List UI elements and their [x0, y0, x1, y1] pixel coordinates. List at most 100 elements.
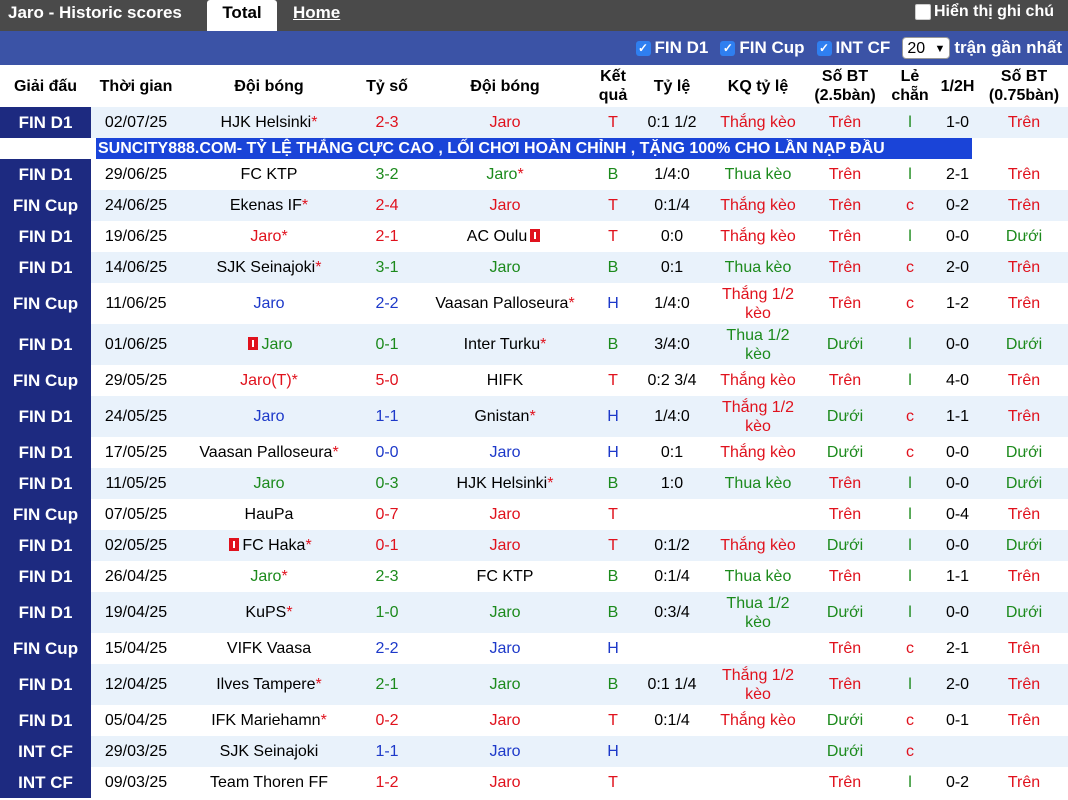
score-cell[interactable]: 3-1 — [357, 252, 417, 283]
score-cell[interactable]: 1-0 — [357, 592, 417, 633]
away-team-cell[interactable]: Jaro — [417, 592, 593, 633]
competition-cell[interactable]: FIN Cup — [0, 633, 91, 664]
half-time-cell: 2-1 — [935, 633, 980, 664]
home-team-cell[interactable]: KuPS* — [181, 592, 357, 633]
home-team-cell[interactable]: VIFK Vaasa — [181, 633, 357, 664]
score-cell[interactable]: 0-1 — [357, 324, 417, 365]
home-team-name: HauPa — [244, 506, 294, 523]
filter-fin-d1[interactable]: ✓ FIN D1 — [635, 38, 708, 58]
away-team-cell[interactable]: Jaro — [417, 107, 593, 138]
away-team-cell[interactable]: Jaro — [417, 499, 593, 530]
competition-cell[interactable]: FIN D1 — [0, 396, 91, 437]
score-cell[interactable]: 1-1 — [357, 736, 417, 767]
away-team-cell[interactable]: Jaro — [417, 437, 593, 468]
date-cell: 11/06/25 — [91, 283, 181, 324]
home-team-cell[interactable]: IFK Mariehamn* — [181, 705, 357, 736]
away-team-cell[interactable]: Jaro* — [417, 159, 593, 190]
away-team-cell[interactable]: FC KTP — [417, 561, 593, 592]
score-cell[interactable]: 2-4 — [357, 190, 417, 221]
competition-cell[interactable]: FIN D1 — [0, 530, 91, 561]
home-team-cell[interactable]: FC KTP — [181, 159, 357, 190]
competition-cell[interactable]: FIN Cup — [0, 499, 91, 530]
score-cell[interactable]: 1-2 — [357, 767, 417, 798]
chevron-down-icon: ▼ — [934, 43, 946, 55]
away-team-cell[interactable]: Jaro — [417, 252, 593, 283]
result-cell: T — [593, 190, 633, 221]
score-cell[interactable]: 2-2 — [357, 633, 417, 664]
competition-cell[interactable]: FIN D1 — [0, 561, 91, 592]
filter-int-cf[interactable]: ✓ INT CF — [816, 38, 890, 58]
home-team-cell[interactable]: Jaro(T)* — [181, 365, 357, 396]
ad-banner[interactable]: SUNCITY888.COM- TỶ LỆ THẮNG CỰC CAO , LỐ… — [96, 138, 972, 159]
away-team-cell[interactable]: Jaro — [417, 530, 593, 561]
home-team-cell[interactable]: Vaasan Palloseura* — [181, 437, 357, 468]
check-icon[interactable]: ✓ — [720, 40, 736, 56]
away-team-cell[interactable]: Jaro — [417, 767, 593, 798]
home-team-cell[interactable]: Jaro* — [181, 221, 357, 252]
home-team-cell[interactable]: Jaro — [181, 283, 357, 324]
score-cell[interactable]: 0-2 — [357, 705, 417, 736]
away-team-cell[interactable]: Jaro — [417, 633, 593, 664]
competition-cell[interactable]: FIN Cup — [0, 283, 91, 324]
score-cell[interactable]: 2-2 — [357, 283, 417, 324]
competition-cell[interactable]: FIN D1 — [0, 705, 91, 736]
competition-cell[interactable]: FIN D1 — [0, 592, 91, 633]
away-team-cell[interactable]: Vaasan Palloseura* — [417, 283, 593, 324]
competition-cell[interactable]: FIN D1 — [0, 437, 91, 468]
score-cell[interactable]: 2-3 — [357, 107, 417, 138]
home-team-cell[interactable]: HJK Helsinki* — [181, 107, 357, 138]
away-team-cell[interactable]: Jaro — [417, 736, 593, 767]
away-team-cell[interactable]: HJK Helsinki* — [417, 468, 593, 499]
competition-cell[interactable]: INT CF — [0, 736, 91, 767]
score-cell[interactable]: 2-1 — [357, 221, 417, 252]
competition-cell[interactable]: FIN D1 — [0, 107, 91, 138]
score-cell[interactable]: 1-1 — [357, 396, 417, 437]
competition-cell[interactable]: FIN Cup — [0, 190, 91, 221]
away-team-cell[interactable]: Jaro — [417, 705, 593, 736]
score-cell[interactable]: 2-3 — [357, 561, 417, 592]
competition-cell[interactable]: FIN D1 — [0, 664, 91, 705]
score-cell[interactable]: 5-0 — [357, 365, 417, 396]
away-team-cell[interactable]: Jaro — [417, 190, 593, 221]
home-team-cell[interactable]: Team Thoren FF — [181, 767, 357, 798]
competition-cell[interactable]: INT CF — [0, 767, 91, 798]
home-team-cell[interactable]: SJK Seinajoki — [181, 736, 357, 767]
away-team-cell[interactable]: AC Oulu — [417, 221, 593, 252]
competition-cell[interactable]: FIN Cup — [0, 365, 91, 396]
home-team-cell[interactable]: Ekenas IF* — [181, 190, 357, 221]
away-team-cell[interactable]: Inter Turku* — [417, 324, 593, 365]
home-team-cell[interactable]: Jaro — [181, 324, 357, 365]
score-cell[interactable]: 3-2 — [357, 159, 417, 190]
score-cell[interactable]: 0-0 — [357, 437, 417, 468]
home-team-cell[interactable]: SJK Seinajoki* — [181, 252, 357, 283]
result-cell: H — [593, 633, 633, 664]
filter-fin-cup[interactable]: ✓ FIN Cup — [720, 38, 805, 58]
score-cell[interactable]: 0-3 — [357, 468, 417, 499]
over-under-25-cell: Trên — [805, 468, 885, 499]
home-team-cell[interactable]: HauPa — [181, 499, 357, 530]
check-icon[interactable]: ✓ — [635, 40, 651, 56]
odd-even-cell: c — [885, 633, 935, 664]
away-team-cell[interactable]: Jaro — [417, 664, 593, 705]
show-notes-toggle[interactable]: Hiển thị ghi chú — [915, 3, 1054, 21]
match-count-select[interactable]: 20 ▼ — [902, 37, 951, 59]
competition-cell[interactable]: FIN D1 — [0, 468, 91, 499]
score-cell[interactable]: 2-1 — [357, 664, 417, 705]
home-team-cell[interactable]: Jaro* — [181, 561, 357, 592]
tab-total[interactable]: Total — [207, 0, 277, 31]
away-team-cell[interactable]: Gnistan* — [417, 396, 593, 437]
show-notes-checkbox[interactable] — [915, 4, 931, 20]
away-team-cell[interactable]: HIFK — [417, 365, 593, 396]
competition-cell[interactable]: FIN D1 — [0, 159, 91, 190]
competition-cell[interactable]: FIN D1 — [0, 324, 91, 365]
home-team-cell[interactable]: Jaro — [181, 396, 357, 437]
competition-cell[interactable]: FIN D1 — [0, 221, 91, 252]
home-team-cell[interactable]: Ilves Tampere* — [181, 664, 357, 705]
home-team-cell[interactable]: FC Haka* — [181, 530, 357, 561]
home-team-cell[interactable]: Jaro — [181, 468, 357, 499]
score-cell[interactable]: 0-7 — [357, 499, 417, 530]
check-icon[interactable]: ✓ — [816, 40, 832, 56]
score-cell[interactable]: 0-1 — [357, 530, 417, 561]
tab-home[interactable]: Home — [293, 0, 340, 31]
competition-cell[interactable]: FIN D1 — [0, 252, 91, 283]
